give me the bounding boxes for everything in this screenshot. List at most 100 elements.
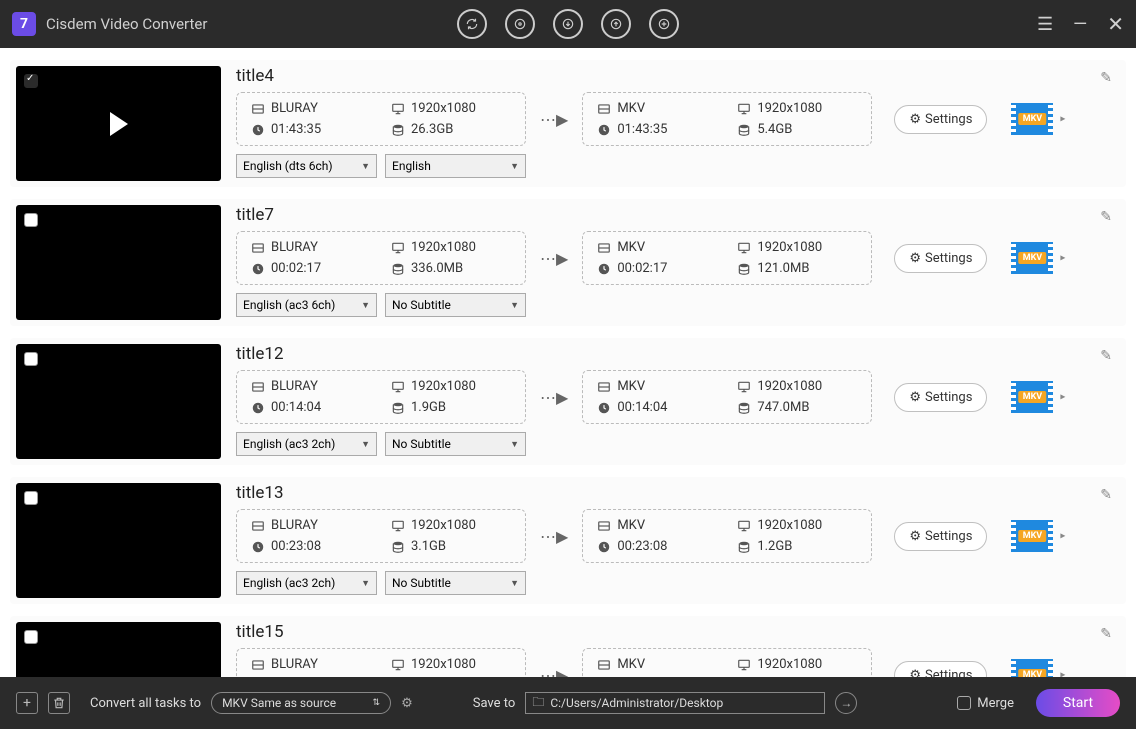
subtitle-select[interactable]: No Subtitle▼ — [385, 571, 526, 595]
disc-icon — [597, 380, 611, 394]
disc-icon — [597, 241, 611, 255]
play-icon — [110, 112, 128, 136]
convert-mode-icon[interactable] — [457, 9, 487, 39]
video-thumbnail[interactable] — [16, 205, 221, 320]
select-checkbox[interactable] — [24, 352, 38, 366]
save-path-field[interactable]: 🗀 C:/Users/Administrator/Desktop — [525, 692, 825, 714]
edit-title-icon[interactable]: ✎ — [1100, 348, 1112, 364]
subtitle-value: English — [392, 159, 431, 173]
settings-button[interactable]: ⚙Settings — [894, 383, 987, 412]
gear-icon: ⚙ — [909, 112, 921, 127]
edit-title-icon[interactable]: ✎ — [1100, 209, 1112, 225]
subtitle-value: No Subtitle — [392, 437, 451, 451]
output-format-picker[interactable]: MKV ▸ — [1011, 103, 1053, 135]
video-thumbnail[interactable] — [16, 66, 221, 181]
settings-button[interactable]: ⚙Settings — [894, 661, 987, 678]
start-button[interactable]: Start — [1036, 689, 1120, 717]
edit-title-icon[interactable]: ✎ — [1100, 70, 1112, 86]
chevron-down-icon: ▼ — [361, 439, 370, 450]
select-checkbox[interactable] — [24, 630, 38, 644]
output-format-picker[interactable]: MKV ▸ — [1011, 520, 1053, 552]
menu-icon[interactable]: ☰ — [1037, 14, 1053, 35]
output-info-box: MKV 1920x1080 00:00:00 0MB — [582, 648, 872, 677]
output-info-box: MKV 1920x1080 00:23:08 1.2GB — [582, 509, 872, 563]
settings-button[interactable]: ⚙Settings — [894, 522, 987, 551]
settings-label: Settings — [925, 668, 972, 678]
source-duration: 01:43:35 — [271, 122, 321, 137]
size-icon — [391, 401, 405, 415]
rip-mode-icon[interactable] — [505, 9, 535, 39]
merge-checkbox[interactable] — [957, 696, 971, 710]
size-icon — [391, 262, 405, 276]
window-controls: ☰ — ✕ — [1037, 12, 1124, 36]
format-badge: MKV — [1019, 113, 1046, 125]
clock-icon — [251, 123, 265, 137]
select-checkbox[interactable] — [24, 74, 38, 88]
audio-track-select[interactable]: English (dts 6ch)▼ — [236, 154, 377, 178]
clock-icon — [597, 540, 611, 554]
task-row: ✎ title15 BLURAY 1920x1080 00:00:00 0MB … — [10, 616, 1126, 677]
monitor-icon — [391, 658, 405, 672]
merge-toggle[interactable]: Merge — [957, 696, 1014, 711]
subtitle-select[interactable]: English▼ — [385, 154, 526, 178]
output-size: 121.0MB — [757, 261, 809, 276]
upload-mode-icon[interactable] — [601, 9, 631, 39]
source-size: 336.0MB — [411, 261, 463, 276]
delete-button[interactable] — [48, 692, 70, 714]
monitor-icon — [737, 519, 751, 533]
minimize-icon[interactable]: — — [1073, 14, 1087, 35]
close-icon[interactable]: ✕ — [1107, 12, 1124, 36]
output-format-value: MKV Same as source — [222, 696, 336, 710]
edit-title-icon[interactable]: ✎ — [1100, 626, 1112, 642]
video-thumbnail[interactable] — [16, 483, 221, 598]
disc-icon — [597, 658, 611, 672]
chevron-down-icon: ▼ — [510, 300, 519, 311]
audio-track-select[interactable]: English (ac3 6ch)▼ — [236, 293, 377, 317]
settings-label: Settings — [925, 251, 972, 266]
disc-icon — [251, 380, 265, 394]
settings-button[interactable]: ⚙Settings — [894, 105, 987, 134]
source-info-box: BLURAY 1920x1080 01:43:35 26.3GB — [236, 92, 526, 146]
clock-icon — [251, 540, 265, 554]
source-format: BLURAY — [271, 657, 318, 672]
audio-track-select[interactable]: English (ac3 2ch)▼ — [236, 432, 377, 456]
output-format-picker[interactable]: MKV ▸ — [1011, 381, 1053, 413]
video-thumbnail[interactable] — [16, 344, 221, 459]
source-info-box: BLURAY 1920x1080 00:02:17 336.0MB — [236, 231, 526, 285]
source-resolution: 1920x1080 — [411, 379, 476, 394]
output-format-select[interactable]: MKV Same as source ⇅ — [211, 692, 391, 714]
source-format: BLURAY — [271, 101, 318, 116]
select-checkbox[interactable] — [24, 213, 38, 227]
output-format-picker[interactable]: MKV ▸ — [1011, 659, 1053, 677]
video-title: title7 — [236, 205, 1120, 225]
output-size: 5.4GB — [757, 122, 792, 137]
subtitle-select[interactable]: No Subtitle▼ — [385, 432, 526, 456]
chevron-right-icon: ▸ — [1060, 392, 1065, 403]
subtitle-select[interactable]: No Subtitle▼ — [385, 293, 526, 317]
open-folder-button[interactable]: → — [835, 692, 857, 714]
monitor-icon — [391, 380, 405, 394]
output-duration: 01:43:35 — [617, 122, 667, 137]
disc-icon — [251, 102, 265, 116]
add-file-button[interactable]: + — [16, 692, 38, 714]
monitor-icon — [391, 241, 405, 255]
settings-button[interactable]: ⚙Settings — [894, 244, 987, 273]
disc-icon — [251, 658, 265, 672]
monitor-icon — [737, 241, 751, 255]
video-thumbnail[interactable] — [16, 622, 221, 677]
select-checkbox[interactable] — [24, 491, 38, 505]
download-mode-icon[interactable] — [553, 9, 583, 39]
output-settings-icon[interactable]: ⚙ — [401, 696, 413, 711]
size-icon — [737, 123, 751, 137]
task-row: ✎ title13 BLURAY 1920x1080 00:23:08 3.1G… — [10, 477, 1126, 604]
edit-mode-icon[interactable] — [649, 9, 679, 39]
format-badge: MKV — [1019, 391, 1046, 403]
folder-icon: 🗀 — [532, 693, 544, 714]
edit-title-icon[interactable]: ✎ — [1100, 487, 1112, 503]
audio-track-select[interactable]: English (ac3 2ch)▼ — [236, 571, 377, 595]
output-format-picker[interactable]: MKV ▸ — [1011, 242, 1053, 274]
monitor-icon — [737, 658, 751, 672]
video-title: title13 — [236, 483, 1120, 503]
size-icon — [391, 123, 405, 137]
output-info-box: MKV 1920x1080 00:14:04 747.0MB — [582, 370, 872, 424]
